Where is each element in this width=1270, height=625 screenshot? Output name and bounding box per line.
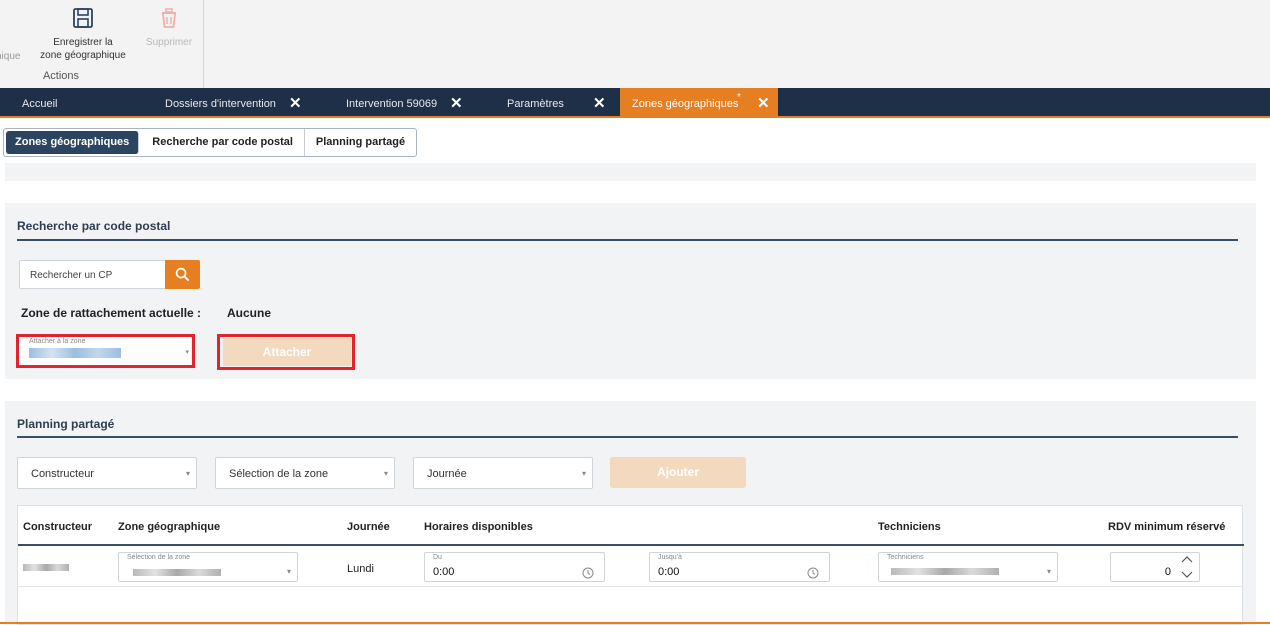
tab-label: Paramètres (507, 98, 564, 110)
ribbon-group-label: Actions (42, 70, 80, 82)
tab-label: Intervention 59069 (346, 98, 438, 110)
technicians-select[interactable]: Techniciens ▾ (878, 552, 1058, 582)
panel-divider (17, 436, 1238, 438)
ribbon-group-actions: nique Enregistrer la zone géographique S… (0, 0, 204, 88)
save-zone-button[interactable]: Enregistrer la zone géographique (34, 6, 132, 62)
close-icon[interactable]: ✕ (757, 88, 770, 120)
panel-title: Recherche par code postal (17, 219, 171, 233)
chevron-down-icon[interactable] (1181, 571, 1193, 579)
zone-select[interactable]: Sélection de la zone ▾ (215, 457, 395, 489)
blurred-technicians (891, 568, 999, 575)
row-zone-select[interactable]: Sélection de la zone ▾ (118, 552, 298, 582)
clock-icon[interactable] (582, 567, 594, 579)
highlight-box (217, 334, 355, 370)
current-zone-label: Zone de rattachement actuelle : (21, 306, 202, 320)
row-divider (18, 586, 1244, 587)
tab-accueil[interactable]: Accueil (22, 88, 142, 118)
chevron-up-icon[interactable] (1181, 555, 1193, 563)
panel-divider (17, 239, 1238, 241)
journee-value: Lundi (347, 563, 374, 575)
add-button[interactable]: Ajouter (610, 457, 746, 488)
tab-dossiers-intervention[interactable]: Dossiers d'intervention ✕ (165, 88, 315, 118)
chevron-down-icon: ▾ (383, 469, 388, 478)
field-label: Techniciens (887, 554, 924, 561)
end-time-value: 0:00 (658, 566, 680, 578)
field-label: Sélection de la zone (127, 554, 191, 561)
column-header: Journée (347, 521, 390, 533)
section-nav: Zones géographiques Recherche par code p… (3, 128, 418, 157)
table-header-divider (18, 544, 1244, 546)
rdv-min-stepper[interactable]: 0 (1110, 552, 1200, 582)
section-tab-recherche-cp[interactable]: Recherche par code postal (141, 129, 305, 156)
field-label: Du (433, 554, 442, 561)
journee-select[interactable]: Journée ▾ (413, 457, 593, 489)
blurred-zone-value (133, 569, 221, 576)
highlight-box (16, 334, 195, 368)
tab-label: Accueil (22, 98, 58, 110)
column-header: Zone géographique (118, 521, 221, 533)
postal-code-search-input[interactable]: Rechercher un CP (19, 260, 165, 289)
start-time-value: 0:00 (433, 566, 455, 578)
column-header: Techniciens (878, 521, 941, 533)
search-button[interactable] (165, 260, 200, 289)
delete-label: Supprimer (145, 37, 193, 48)
panel-title: Planning partagé (17, 417, 115, 431)
close-icon[interactable]: ✕ (593, 88, 606, 120)
modified-indicator: * (737, 92, 741, 103)
chevron-down-icon: ▾ (1046, 567, 1051, 576)
save-label-line1: Enregistrer la (53, 37, 113, 48)
close-icon[interactable]: ✕ (289, 88, 302, 120)
field-label: Jusqu'à (658, 554, 682, 561)
save-icon (73, 8, 93, 28)
shared-planning-panel: Planning partagé Constructeur ▾ Sélectio… (5, 401, 1256, 625)
constructeur-select[interactable]: Constructeur ▾ (17, 457, 197, 489)
select-placeholder: Sélection de la zone (229, 468, 329, 480)
rdv-min-value: 0 (1164, 566, 1171, 578)
tab-parametres[interactable]: Paramètres ✕ (507, 88, 617, 118)
blurred-constructeur (23, 564, 69, 571)
section-tab-zones[interactable]: Zones géographiques (6, 131, 140, 154)
chevron-down-icon: ▾ (185, 469, 190, 478)
tab-label: Dossiers d'intervention (165, 98, 276, 110)
search-icon (175, 267, 190, 282)
column-header: Horaires disponibles (424, 521, 533, 533)
column-header: RDV minimum réservé (1108, 521, 1226, 533)
ribbon-truncated-label: nique (0, 51, 21, 62)
postal-search-panel: Recherche par code postal Rechercher un … (5, 203, 1256, 379)
close-icon[interactable]: ✕ (450, 88, 463, 120)
delete-button[interactable]: Supprimer (138, 6, 200, 49)
bottom-accent-line (0, 622, 1270, 624)
section-tab-planning[interactable]: Planning partagé (305, 129, 416, 156)
ribbon-toolbar: nique Enregistrer la zone géographique S… (0, 0, 1270, 88)
select-placeholder: Journée (427, 468, 467, 480)
current-zone-value: Aucune (227, 306, 272, 320)
start-time-field[interactable]: Du 0:00 (424, 552, 605, 582)
document-tab-bar: Accueil Dossiers d'intervention ✕ Interv… (0, 88, 1270, 118)
column-header: Constructeur (23, 521, 93, 533)
tab-label: Zones géographiques (632, 98, 739, 110)
clock-icon[interactable] (807, 567, 819, 579)
chevron-down-icon: ▾ (286, 567, 291, 576)
chevron-down-icon: ▾ (581, 469, 586, 478)
trash-icon (162, 8, 176, 28)
save-label-line2: zone géographique (40, 50, 126, 61)
end-time-field[interactable]: Jusqu'à 0:00 (649, 552, 830, 582)
select-placeholder: Constructeur (31, 468, 94, 480)
tab-zones-geographiques[interactable]: Zones géographiques * ✕ (620, 88, 778, 118)
zones-panel-strip (5, 163, 1256, 181)
planning-table: Constructeur Zone géographique Journée H… (17, 505, 1244, 625)
tab-intervention-59069[interactable]: Intervention 59069 ✕ (346, 88, 476, 118)
